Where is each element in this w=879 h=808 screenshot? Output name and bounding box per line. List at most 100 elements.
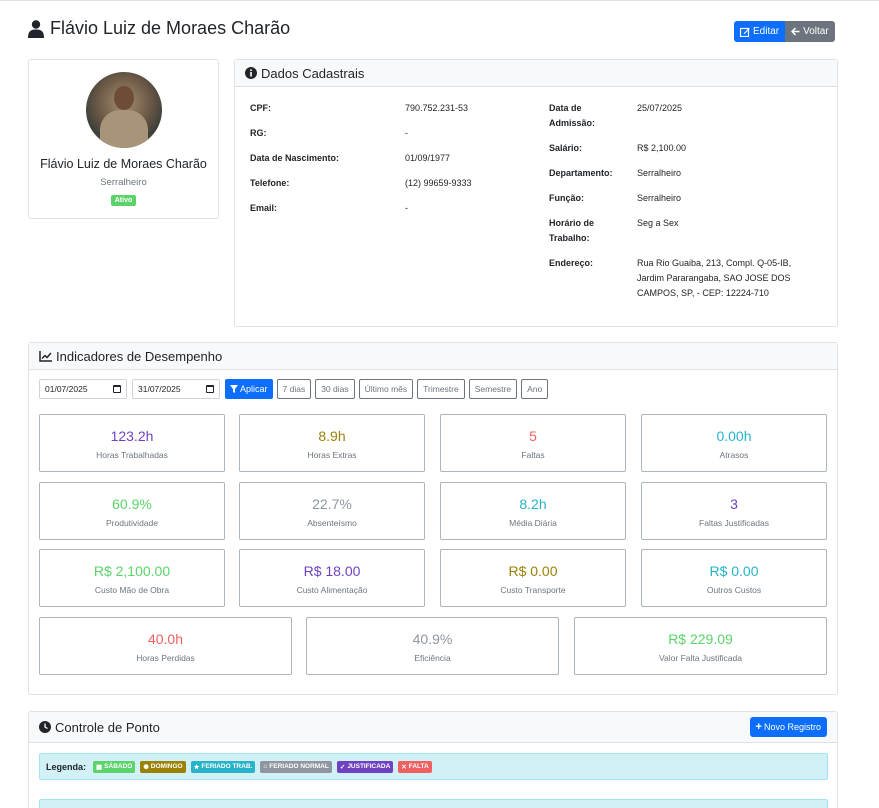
metric-label: Custo Mão de Obra	[94, 585, 170, 595]
metric-value: R$ 2,100.00	[93, 563, 171, 579]
birth-value: 01/09/1977	[405, 153, 451, 163]
ponto-header: Controle de Ponto + Novo Registro	[29, 712, 837, 743]
edit-icon	[740, 27, 750, 37]
address-value: Rua Rio Guaiba, 213, Compl. Q-05-IB, Jar…	[637, 258, 792, 298]
employee-name-title: Flávio Luiz de Moraes Charão	[50, 18, 291, 38]
details-card: Dados Cadastrais CPF: 790.752.231-53 RG:…	[234, 59, 838, 327]
metric-value: 123.2h	[110, 428, 154, 444]
metric-label: Faltas Justificadas	[699, 518, 769, 528]
metric-label: Horas Extras	[307, 450, 357, 460]
filter-30-days-button[interactable]: 30 dias	[315, 379, 355, 399]
metric-card: 40.9% Eficiência	[306, 617, 559, 675]
star-icon: ★	[193, 763, 200, 771]
legend-label: Legenda:	[46, 761, 87, 772]
filter-icon	[230, 385, 238, 393]
metric-label: Produtividade	[106, 518, 158, 528]
details-header: Dados Cadastrais	[235, 60, 837, 87]
metric-label: Eficiência	[414, 653, 451, 663]
schedule-value: Seg a Sex	[637, 218, 679, 228]
check-icon: ✓	[339, 763, 346, 771]
performance-title: Indicadores de Desempenho	[56, 348, 223, 364]
metric-label: Atrasos	[719, 450, 749, 460]
profile-card: Flávio Luiz de Moraes Charão Serralheiro…	[28, 59, 219, 219]
metric-value: 0.00h	[716, 428, 752, 444]
legend-box: Legenda: ▦ SÁBADO ✺ DOMINGO ★ FERIADO TRAB. ⌂ F…	[39, 753, 828, 780]
address-label: Endereço:	[549, 258, 594, 268]
legend-chip: ✺ DOMINGO	[140, 760, 186, 773]
metric-label: Média Diária	[509, 518, 557, 528]
back-button[interactable]: Voltar	[785, 21, 835, 42]
metric-value: 8.9h	[318, 428, 346, 444]
apply-button[interactable]: Aplicar	[225, 379, 273, 399]
metric-value: R$ 0.00	[508, 563, 558, 579]
salary-value: R$ 2,100.00	[637, 143, 687, 153]
profile-name: Flávio Luiz de Moraes Charão	[40, 157, 207, 171]
ponto-title: Controle de Ponto	[55, 719, 160, 735]
metric-card: R$ 0.00 Custo Transporte	[440, 549, 626, 607]
legend-chip: ⌂ FERIADO NORMAL	[260, 760, 332, 773]
metric-value: 40.9%	[412, 631, 453, 647]
details-title: Dados Cadastrais	[261, 65, 365, 81]
department-label: Departamento:	[549, 168, 613, 178]
cpf-value: 790.752.231-53	[405, 103, 469, 113]
metric-card: 0.00h Atrasos	[641, 414, 827, 472]
function-label: Função:	[549, 193, 584, 203]
metric-card: 3 Faltas Justificadas	[641, 482, 827, 540]
performance-header: Indicadores de Desempenho	[29, 343, 837, 370]
rg-label: RG:	[250, 128, 267, 138]
metric-label: Absenteísmo	[307, 518, 357, 528]
avatar	[85, 72, 162, 148]
metric-value: R$ 0.00	[709, 563, 759, 579]
metric-label: Custo Transporte	[500, 585, 566, 595]
metric-value: 60.9%	[112, 496, 152, 512]
date-filters: 01/07/2025 31/07/2025 Aplicar 7 dias 30 …	[39, 379, 549, 399]
status-badge: Ativo	[110, 195, 137, 206]
metric-card: R$ 18.00 Custo Alimentação	[239, 549, 425, 607]
metric-card: R$ 229.09 Valor Falta Justificada	[574, 617, 827, 675]
legend-chip: ✕ FALTA	[398, 760, 432, 773]
metric-card: R$ 2,100.00 Custo Mão de Obra	[39, 549, 225, 607]
profile-role: Serralheiro	[100, 177, 147, 188]
filter-7-days-button[interactable]: 7 dias	[276, 379, 312, 399]
times-icon: ✕	[401, 763, 407, 771]
filter-last-month-button[interactable]: Último mês	[358, 379, 414, 399]
metric-value: 22.7%	[312, 496, 352, 512]
email-value: -	[405, 203, 408, 213]
legend-chip: ★ FERIADO TRAB.	[190, 760, 256, 773]
metric-card: 123.2h Horas Trabalhadas	[39, 414, 225, 472]
metric-card: 60.9% Produtividade	[39, 482, 225, 540]
calendar-icon	[206, 385, 214, 393]
metric-label: Outros Custos	[706, 585, 762, 595]
admission-label: Data de Admissão:	[549, 103, 596, 128]
new-record-button[interactable]: + Novo Registro	[749, 717, 827, 737]
metric-value: 40.0h	[147, 631, 184, 647]
arrow-left-icon	[791, 27, 800, 36]
legend-chip: ✓ JUSTIFICADA	[336, 760, 394, 773]
info-alert	[39, 799, 828, 808]
sun-icon: ✺	[143, 763, 149, 771]
admission-value: 25/07/2025	[637, 103, 683, 113]
phone-value: (12) 99659-9333	[405, 178, 472, 188]
metric-value: R$ 18.00	[303, 563, 361, 579]
edit-button[interactable]: Editar	[734, 21, 786, 42]
filter-quarter-button[interactable]: Trimestre	[417, 379, 465, 399]
line-chart-icon	[39, 350, 52, 362]
end-date-input[interactable]: 31/07/2025	[132, 379, 220, 399]
department-value: Serralheiro	[637, 168, 682, 178]
metric-label: Custo Alimentação	[296, 585, 368, 595]
birth-label: Data de Nascimento:	[250, 153, 340, 163]
email-label: Email:	[250, 203, 278, 213]
metric-card: R$ 0.00 Outros Custos	[641, 549, 827, 607]
start-date-input[interactable]: 01/07/2025	[39, 379, 127, 399]
page-title: Flávio Luiz de Moraes Charão	[28, 18, 290, 39]
metric-label: Valor Falta Justificada	[659, 653, 742, 663]
filter-semester-button[interactable]: Semestre	[468, 379, 518, 399]
plus-icon: +	[755, 720, 762, 733]
home-icon: ⌂	[263, 763, 268, 770]
legend-chips: ▦ SÁBADO ✺ DOMINGO ★ FERIADO TRAB. ⌂ FERIADO NO…	[93, 760, 432, 773]
user-icon	[28, 19, 44, 38]
metric-value: 3	[730, 496, 738, 512]
filter-year-button[interactable]: Ano	[521, 379, 549, 399]
performance-card: Indicadores de Desempenho 01/07/2025 31/…	[28, 342, 838, 695]
function-value: Serralheiro	[637, 193, 682, 203]
